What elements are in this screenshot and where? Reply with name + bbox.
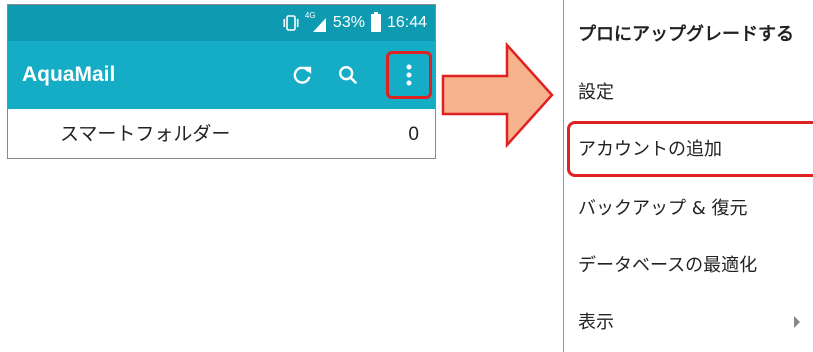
smart-folder-row[interactable]: スマートフォルダー 0: [8, 109, 435, 158]
smart-folder-count: 0: [408, 124, 419, 145]
app-bar: AquaMail: [8, 41, 435, 109]
battery-icon: [370, 12, 381, 32]
signal-icon: 4G: [305, 11, 327, 33]
smart-folder-label: スマートフォルダー: [60, 123, 231, 145]
overflow-menu-icon: [406, 64, 412, 86]
menu-item-label: プロにアップグレードする: [578, 24, 794, 45]
menu-item-upgrade-pro[interactable]: プロにアップグレードする: [564, 6, 813, 64]
app-title: AquaMail: [22, 63, 116, 86]
menu-item-display[interactable]: 表示: [564, 294, 813, 352]
menu-item-optimize-database[interactable]: データベースの最適化: [564, 237, 813, 295]
menu-item-label: 設定: [578, 82, 614, 103]
add-account-highlight: [567, 121, 813, 177]
menu-item-label: 表示: [578, 312, 614, 333]
phone-screenshot: 4G 53% 16:44 AquaMail スマートフォルダー 0: [7, 4, 436, 159]
search-icon: [339, 66, 358, 85]
overflow-menu-button[interactable]: [386, 51, 432, 99]
menu-item-label: データベースの最適化: [578, 255, 758, 276]
vibrate-icon: [283, 14, 299, 32]
menu-item-backup-restore[interactable]: バックアップ & 復元: [564, 180, 813, 238]
status-bar: 4G 53% 16:44: [8, 5, 435, 41]
menu-item-label: バックアップ & 復元: [578, 198, 748, 219]
status-icons: 4G 53% 16:44: [283, 5, 427, 41]
clock: 16:44: [386, 14, 427, 31]
refresh-icon: [293, 66, 312, 84]
submenu-arrow-icon: [794, 316, 800, 328]
refresh-button[interactable]: [280, 53, 324, 97]
menu-item-settings[interactable]: 設定: [564, 64, 813, 122]
arrow-right-icon: [441, 42, 554, 148]
battery-percent: 53%: [332, 14, 365, 31]
search-button[interactable]: [326, 53, 370, 97]
